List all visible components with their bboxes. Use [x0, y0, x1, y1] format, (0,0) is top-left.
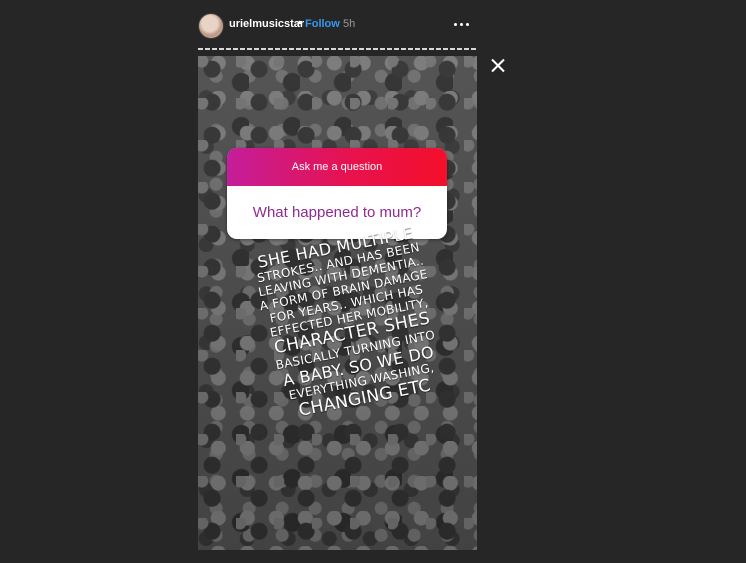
story-header: urielmusicstar • Follow 5h: [198, 12, 478, 39]
more-options-icon[interactable]: [452, 16, 472, 32]
username[interactable]: urielmusicstar: [229, 18, 304, 30]
separator-dot: •: [298, 17, 302, 29]
story-image[interactable]: Ask me a question What happened to mum? …: [198, 56, 477, 550]
story-progress-bar: [198, 48, 477, 50]
follow-button[interactable]: Follow: [305, 18, 340, 30]
story-caption: She had multiple strokes.. and has been …: [216, 216, 477, 431]
question-prompt: Ask me a question: [227, 148, 447, 186]
post-time: 5h: [343, 18, 356, 30]
avatar[interactable]: [198, 13, 224, 39]
close-icon[interactable]: [488, 56, 508, 76]
